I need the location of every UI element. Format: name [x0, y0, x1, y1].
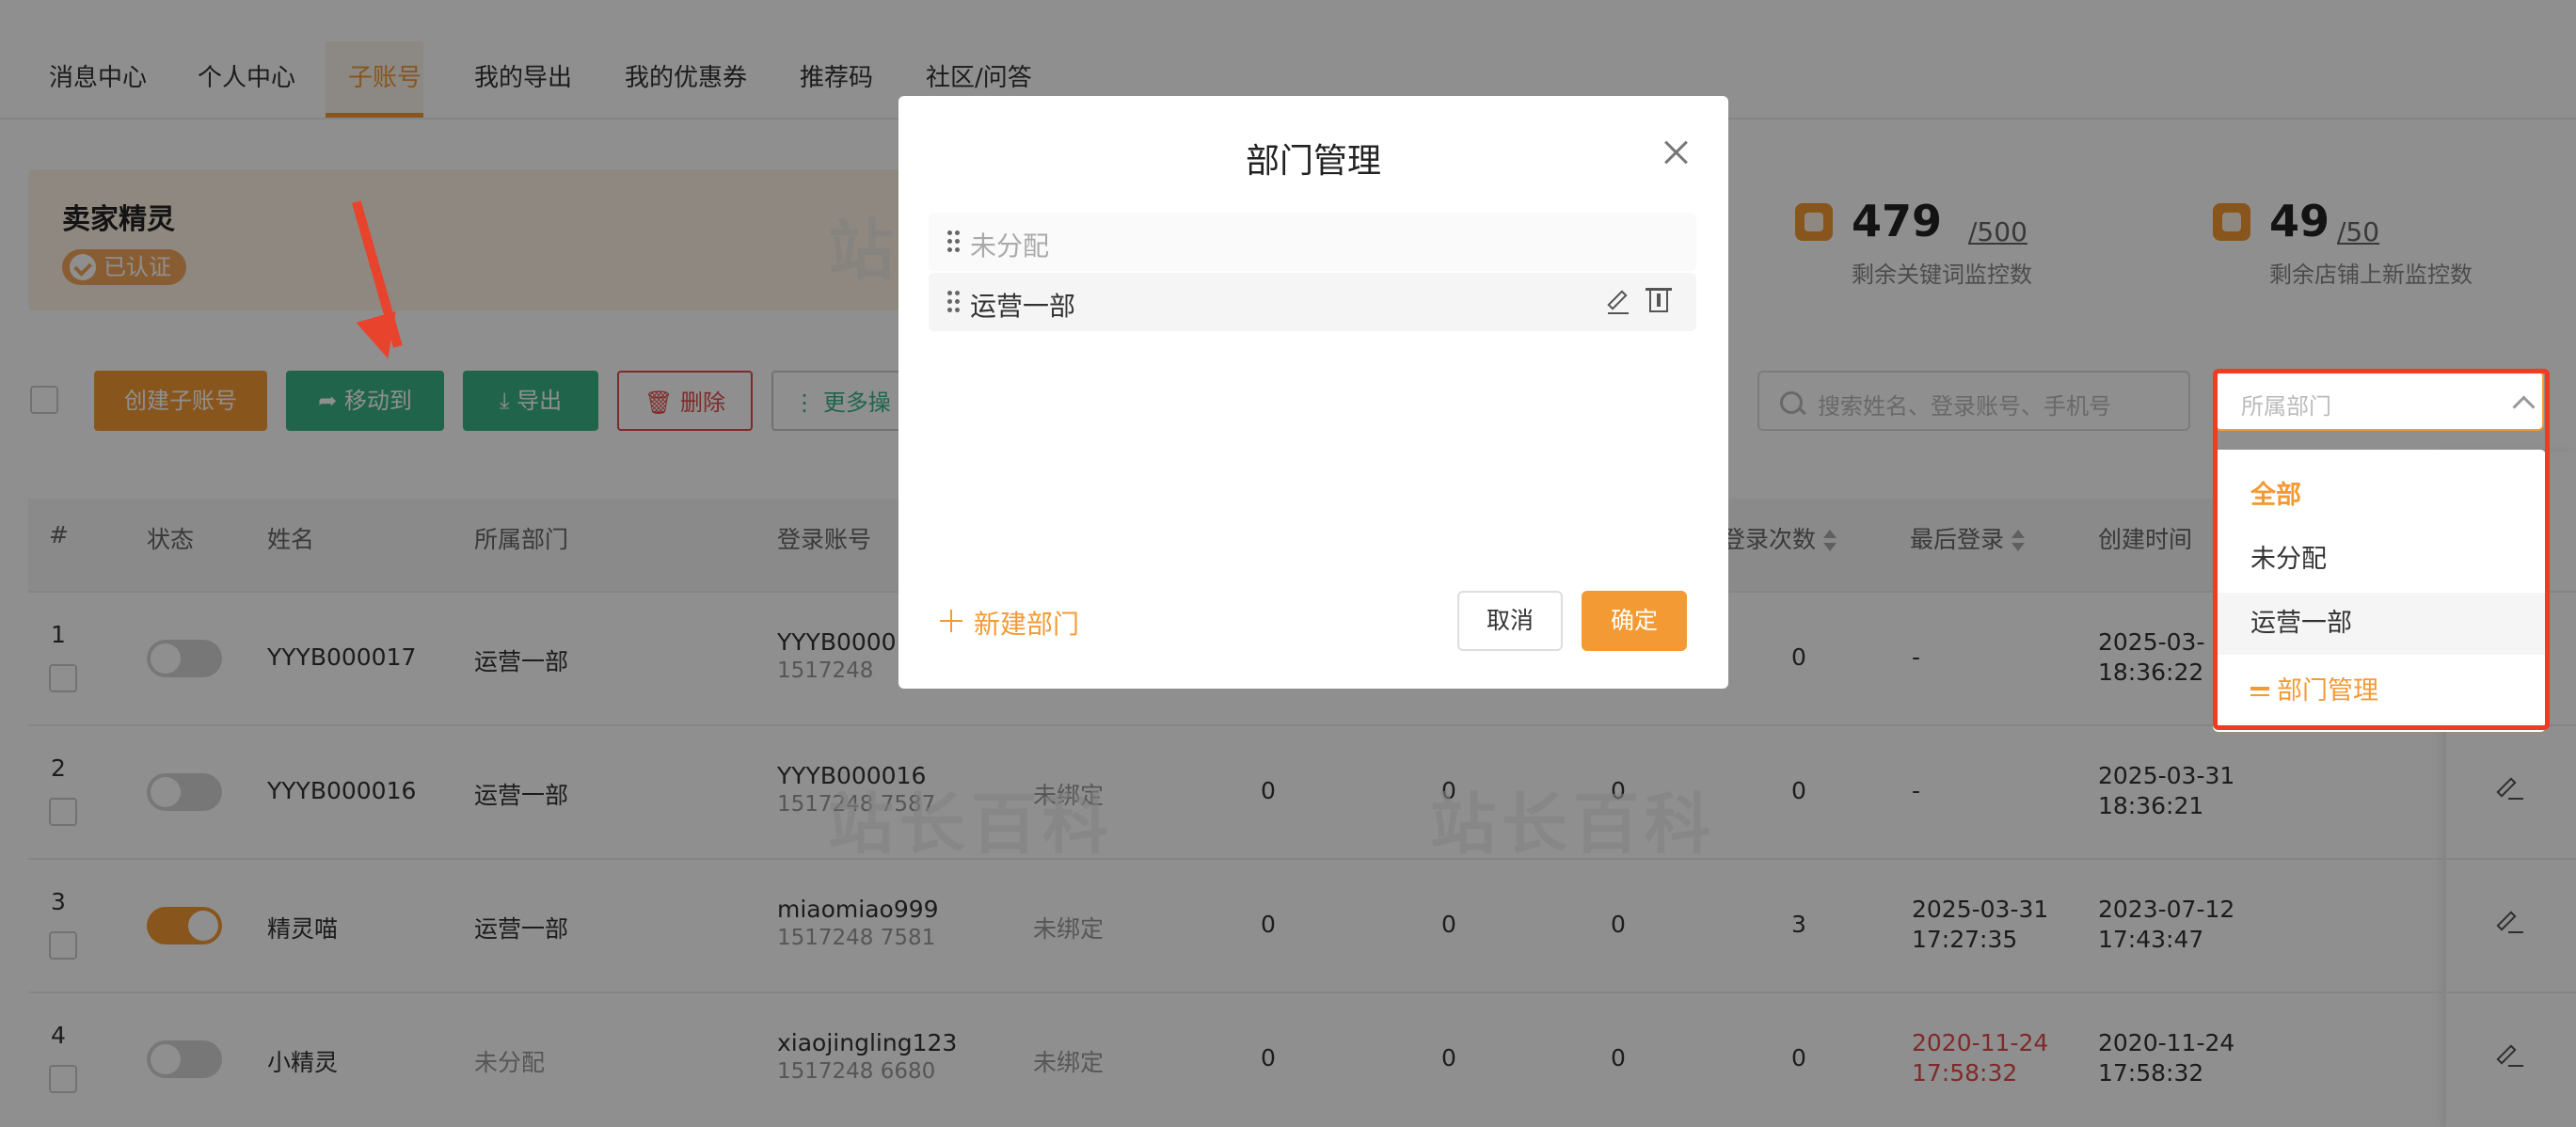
cancel-button[interactable]: 取消: [1457, 591, 1563, 651]
annotation-highlight-box: [2213, 369, 2550, 730]
plus-icon: [940, 610, 962, 632]
modal-title: 部门管理: [1245, 142, 1381, 181]
drag-handle-icon[interactable]: [947, 291, 961, 313]
trash-icon[interactable]: [1646, 288, 1672, 312]
confirm-button[interactable]: 确定: [1582, 591, 1687, 651]
dept-item-ops-1[interactable]: 运营一部: [929, 273, 1696, 331]
drag-handle-icon[interactable]: [947, 230, 961, 253]
edit-icon[interactable]: [1608, 292, 1629, 314]
close-icon[interactable]: [1657, 134, 1694, 171]
new-department-label: 新建部门: [974, 609, 1080, 640]
department-management-modal: 部门管理 未分配 运营一部 新建部门 取消 确定: [898, 96, 1728, 689]
dept-item-label: 未分配: [970, 230, 1050, 262]
dept-item-unassigned[interactable]: 未分配: [929, 213, 1696, 271]
dept-item-label: 运营一部: [970, 291, 1076, 322]
new-department-button[interactable]: 新建部门: [940, 604, 1079, 642]
